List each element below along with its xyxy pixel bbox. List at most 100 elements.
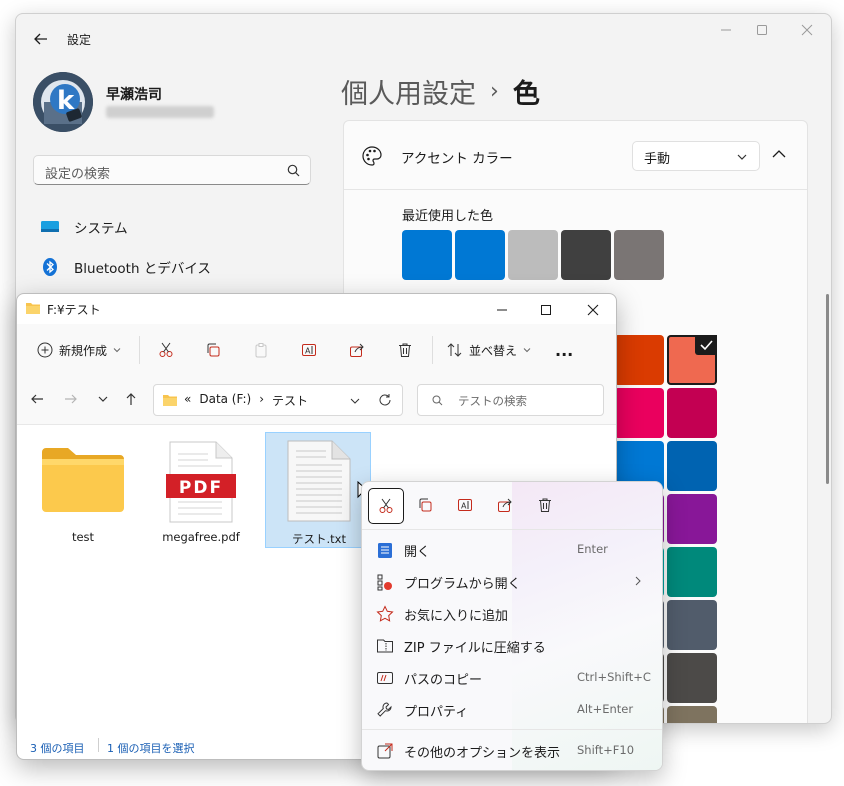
minimize-button[interactable] <box>479 294 525 326</box>
file-item-text-selected[interactable]: テスト.txt <box>265 432 371 548</box>
nav-item-bluetooth[interactable]: Bluetooth とデバイス <box>40 250 211 284</box>
paste-button[interactable] <box>253 338 269 362</box>
rename-button[interactable]: A <box>301 338 317 362</box>
maximize-button[interactable] <box>739 14 785 46</box>
palette-color-swatch[interactable] <box>614 335 664 385</box>
folder-search-input[interactable]: テストの検索 <box>417 384 604 416</box>
item-count: 3 個の項目 <box>30 742 85 755</box>
settings-search-input[interactable]: 設定の検索 <box>33 155 311 185</box>
menu-separator <box>362 729 662 730</box>
scissors-icon <box>158 342 174 358</box>
chevron-right-icon <box>634 576 642 586</box>
recent-color-swatch[interactable] <box>561 230 611 280</box>
breadcrumb-parent[interactable]: 個人用設定 <box>341 72 476 111</box>
menu-item-open[interactable]: 開く Enter <box>362 533 662 565</box>
selected-count: 1 個の項目を選択 <box>107 742 195 755</box>
palette-color-swatch[interactable] <box>614 388 664 438</box>
folder-icon <box>25 301 41 315</box>
star-icon <box>376 605 394 623</box>
menu-item-label: プログラムから開く <box>404 577 521 592</box>
palette-color-swatch[interactable] <box>667 441 717 491</box>
delete-button[interactable] <box>397 338 413 362</box>
close-button[interactable] <box>570 294 616 326</box>
rename-button[interactable]: A <box>448 488 482 522</box>
up-arrow-icon[interactable] <box>123 391 139 407</box>
path-segment-folder[interactable]: テスト <box>272 392 308 409</box>
search-icon <box>287 164 300 177</box>
menu-item-open-with[interactable]: プログラムから開く <box>362 565 662 597</box>
avatar[interactable]: k <box>33 72 93 132</box>
search-placeholder: 設定の検索 <box>45 167 111 182</box>
cut-button[interactable] <box>368 488 404 524</box>
palette-color-swatch-selected[interactable] <box>667 335 717 385</box>
share-button[interactable] <box>488 488 522 522</box>
recent-color-swatch[interactable] <box>455 230 505 280</box>
path-overflow[interactable]: « <box>184 392 191 409</box>
copy-path-icon <box>376 669 394 687</box>
path-separator: › <box>259 392 264 406</box>
recent-color-swatch[interactable] <box>614 230 664 280</box>
menu-item-shortcut: Ctrl+Shift+C <box>577 670 651 684</box>
menu-item-compress-zip[interactable]: ZIP ファイルに圧縮する <box>362 629 662 661</box>
palette-color-swatch[interactable] <box>667 653 717 703</box>
nav-item-label: システム <box>74 221 128 237</box>
back-arrow-icon[interactable] <box>29 391 45 407</box>
recent-color-swatch[interactable] <box>402 230 452 280</box>
accent-color-header[interactable]: アクセント カラー 手動 <box>344 121 807 190</box>
copy-button[interactable] <box>205 338 221 362</box>
palette-color-swatch[interactable] <box>667 494 717 544</box>
accent-color-label: アクセント カラー <box>401 151 513 167</box>
folder-icon <box>162 393 178 407</box>
nav-item-label: Bluetooth とデバイス <box>74 261 211 277</box>
menu-item-more-options[interactable]: その他のオプションを表示 Shift+F10 <box>362 734 662 766</box>
text-document-icon <box>286 439 352 523</box>
dropdown-value: 手動 <box>644 152 671 167</box>
recent-locations-icon[interactable] <box>97 393 109 405</box>
search-icon <box>432 395 443 406</box>
menu-item-properties[interactable]: プロパティ Alt+Enter <box>362 693 662 725</box>
recent-colors-row <box>402 230 672 280</box>
palette-icon <box>361 145 383 167</box>
copy-icon <box>205 342 221 358</box>
path-segment-drive[interactable]: Data (F:) <box>199 392 251 409</box>
copy-button[interactable] <box>408 488 442 522</box>
palette-color-swatch[interactable] <box>667 600 717 650</box>
back-arrow-icon[interactable] <box>32 30 50 48</box>
refresh-icon[interactable] <box>378 393 392 407</box>
palette-color-swatch[interactable] <box>667 388 717 438</box>
delete-button[interactable] <box>528 488 562 522</box>
nav-item-system[interactable]: システム <box>40 210 128 244</box>
menu-item-shortcut: Alt+Enter <box>577 702 634 716</box>
plus-circle-icon <box>37 342 53 358</box>
file-item-pdf[interactable]: PDF megafree.pdf <box>148 432 254 548</box>
palette-color-swatch[interactable] <box>667 706 717 723</box>
forward-arrow-icon[interactable] <box>63 391 79 407</box>
address-bar[interactable]: « Data (F:) › テスト <box>153 384 403 416</box>
folder-icon <box>40 446 126 514</box>
chevron-up-icon[interactable] <box>772 149 786 159</box>
more-options-icon <box>376 742 394 760</box>
maximize-button[interactable] <box>523 294 569 326</box>
scrollbar[interactable] <box>826 294 829 484</box>
sort-icon <box>447 342 463 358</box>
menu-item-label: パスのコピー <box>404 673 483 688</box>
file-item-folder[interactable]: test <box>30 432 136 548</box>
sort-button[interactable]: 並べ替え <box>447 338 531 362</box>
more-button[interactable]: ... <box>555 338 573 362</box>
close-button[interactable] <box>784 14 830 46</box>
trash-icon <box>397 342 413 358</box>
palette-color-swatch[interactable] <box>667 547 717 597</box>
accent-mode-dropdown[interactable]: 手動 <box>632 141 760 171</box>
new-button[interactable]: 新規作成 <box>37 338 121 362</box>
share-button[interactable] <box>349 338 365 362</box>
checkmark-icon <box>695 335 717 355</box>
chevron-down-icon[interactable] <box>350 396 360 406</box>
sort-label: 並べ替え <box>469 343 518 358</box>
menu-item-add-favorite[interactable]: お気に入りに追加 <box>362 597 662 629</box>
breadcrumb: 個人用設定 › 色 <box>341 72 540 111</box>
cut-button[interactable] <box>158 338 174 362</box>
recent-color-swatch[interactable] <box>508 230 558 280</box>
menu-item-copy-path[interactable]: パスのコピー Ctrl+Shift+C <box>362 661 662 693</box>
breadcrumb-separator: › <box>490 79 499 104</box>
bluetooth-icon <box>40 257 60 277</box>
